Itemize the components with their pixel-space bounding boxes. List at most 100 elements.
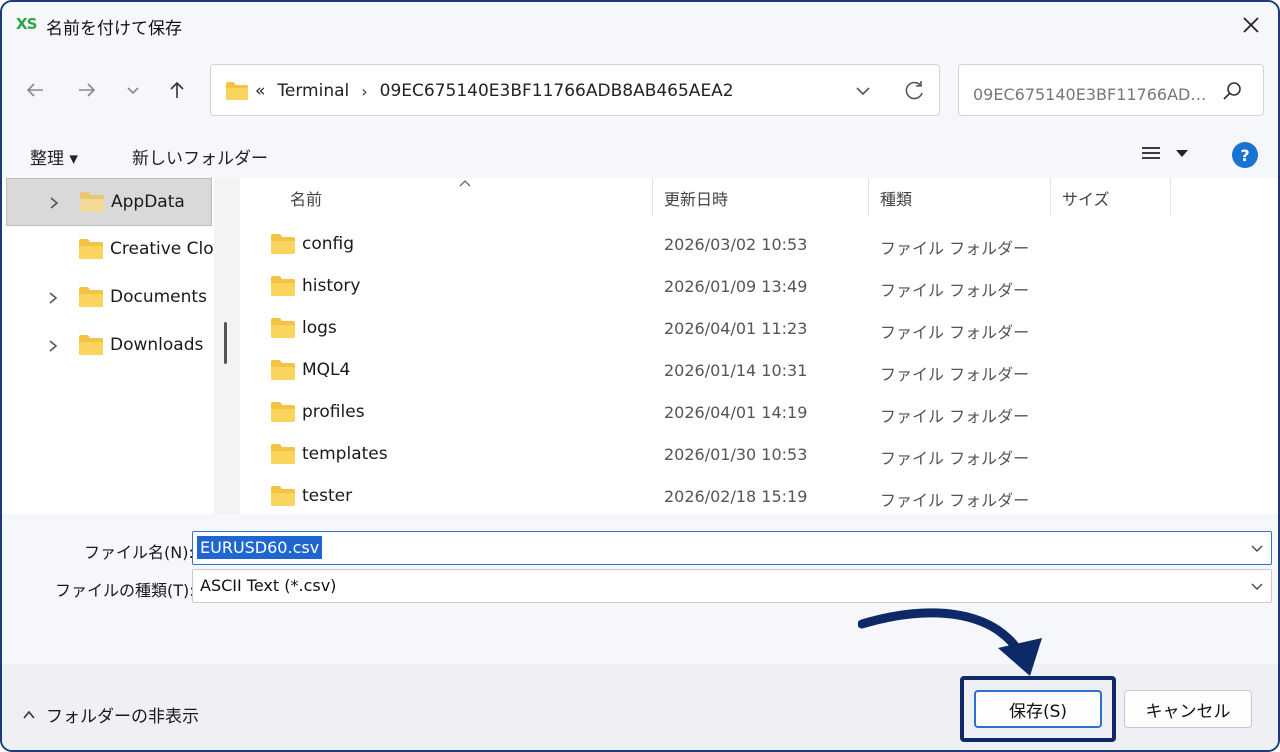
search-placeholder: 09EC675140E3BF11766ADB8AB465AEA2の検索 [973,85,1213,104]
chevron-down-icon[interactable] [1249,578,1265,594]
nav-item-appdata[interactable]: AppData [6,178,212,226]
file-date: 2026/02/18 15:19 [664,487,808,506]
chevron-down-icon[interactable] [851,79,875,103]
nav-item-label: Downloads [110,335,204,355]
up-button[interactable] [162,76,192,104]
chevron-down-icon[interactable] [1249,540,1265,556]
file-type: ファイル フォルダー [880,407,1030,426]
folder-icon [271,360,295,380]
file-type: ファイル フォルダー [880,323,1030,342]
forward-button[interactable] [72,76,102,104]
filename-label: ファイル名(N): [84,543,194,562]
file-list: 名前 更新日時 種類 サイズ config 2026/03/02 10:53 フ… [240,178,1278,517]
search-input[interactable]: 09EC675140E3BF11766ADB8AB465AEA2の検索 [958,64,1264,116]
sort-ascending-icon [459,180,471,187]
command-bar: 整理 ▾ 新しいフォルダー ? [2,130,1278,178]
folder-icon [271,276,295,296]
folder-icon [271,234,295,254]
table-row[interactable]: logs 2026/04/01 11:23 ファイル フォルダー [240,307,1278,349]
column-header-name[interactable]: 名前 [290,178,322,216]
list-view-icon[interactable] [1140,144,1162,164]
navigation-pane: AppData Creative Clou Documents Download… [2,178,240,514]
folder-icon [79,239,103,259]
file-name: history [302,276,361,296]
filetype-select[interactable]: ASCII Text (*.csv) [192,569,1272,603]
column-divider[interactable] [1050,178,1051,216]
table-row[interactable]: MQL4 2026/01/14 10:31 ファイル フォルダー [240,349,1278,391]
save-as-dialog: XS 名前を付けて保存 « Terminal › 09EC675140E3BF1… [0,0,1280,752]
folder-icon [226,82,248,100]
back-button[interactable] [20,76,50,104]
column-divider[interactable] [652,178,653,216]
save-form: ファイル名(N): EURUSD60.csv ファイルの種類(T): ASCII… [2,514,1278,664]
folder-icon [79,335,103,355]
folder-icon [79,287,103,307]
breadcrumb-separator-icon[interactable]: › [361,82,367,101]
nav-item-label: Creative Clou [110,239,225,259]
file-name: templates [302,444,388,464]
filename-field[interactable]: EURUSD60.csv [192,531,1272,565]
breadcrumb-item-terminal[interactable]: Terminal [277,81,349,101]
organize-menu-button[interactable]: 整理 ▾ [30,144,78,169]
folder-icon [271,486,295,506]
breadcrumb: « Terminal › 09EC675140E3BF11766ADB8AB46… [255,81,734,101]
chevron-right-icon[interactable] [47,194,61,212]
arrow-up-icon [170,81,184,98]
filename-value: EURUSD60.csv [197,536,323,559]
file-type: ファイル フォルダー [880,239,1030,258]
filetype-label: ファイルの種類(T): [55,581,195,600]
nav-item-documents[interactable]: Documents [6,274,212,322]
table-row[interactable]: profiles 2026/04/01 14:19 ファイル フォルダー [240,391,1278,433]
close-icon [1243,17,1259,33]
annotation-arrow-icon [858,608,1042,676]
file-name: MQL4 [302,360,351,380]
app-logo: XS [16,15,37,33]
chevron-right-icon[interactable] [46,337,60,355]
navigation-row: « Terminal › 09EC675140E3BF11766ADB8AB46… [2,48,1278,130]
table-row[interactable]: config 2026/03/02 10:53 ファイル フォルダー [240,223,1278,265]
nav-item-downloads[interactable]: Downloads [6,322,212,370]
filetype-value: ASCII Text (*.csv) [200,576,337,595]
save-button[interactable]: 保存(S) [974,690,1102,728]
file-type: ファイル フォルダー [880,449,1030,468]
recent-locations-button[interactable] [118,76,148,104]
file-date: 2026/01/30 10:53 [664,445,808,464]
folder-icon [271,318,295,338]
folder-icon [271,444,295,464]
table-row[interactable]: history 2026/01/09 13:49 ファイル フォルダー [240,265,1278,307]
view-options-dropdown-icon[interactable] [1176,150,1188,157]
folder-icon [271,402,295,422]
cancel-button[interactable]: キャンセル [1124,690,1252,728]
breadcrumb-overflow[interactable]: « [255,81,265,101]
pane-splitter[interactable] [214,178,240,514]
column-divider[interactable] [1170,178,1171,216]
title-bar: XS 名前を付けて保存 [2,2,1278,48]
arrow-right-icon [79,83,96,97]
hide-folders-label: フォルダーの非表示 [46,707,199,727]
table-row[interactable]: tester 2026/02/18 15:19 ファイル フォルダー [240,475,1278,517]
nav-scrollbar-thumb[interactable] [224,322,227,364]
column-header-size[interactable]: サイズ [1062,178,1110,216]
close-button[interactable] [1234,8,1268,42]
chevron-right-icon[interactable] [46,289,60,307]
chevron-down-icon [127,87,139,95]
column-header-type[interactable]: 種類 [880,178,912,216]
hide-folders-toggle[interactable]: フォルダーの非表示 [22,702,199,727]
file-name: config [302,234,355,254]
file-date: 2026/04/01 14:19 [664,403,808,422]
nav-item-label: Documents [110,287,207,307]
folder-icon [80,192,104,212]
nav-item-creative-cloud[interactable]: Creative Clou [6,226,224,274]
new-folder-button[interactable]: 新しいフォルダー [132,144,268,169]
file-type: ファイル フォルダー [880,491,1030,510]
table-row[interactable]: templates 2026/01/30 10:53 ファイル フォルダー [240,433,1278,475]
column-divider[interactable] [868,178,869,216]
help-icon[interactable]: ? [1232,142,1258,168]
file-name: tester [302,486,353,506]
address-bar[interactable]: « Terminal › 09EC675140E3BF11766ADB8AB46… [210,64,940,116]
window-title: 名前を付けて保存 [46,19,182,39]
refresh-icon[interactable] [901,78,927,104]
breadcrumb-item-current[interactable]: 09EC675140E3BF11766ADB8AB465AEA2 [380,81,734,101]
file-name: logs [302,318,337,338]
column-header-date[interactable]: 更新日時 [664,178,728,216]
